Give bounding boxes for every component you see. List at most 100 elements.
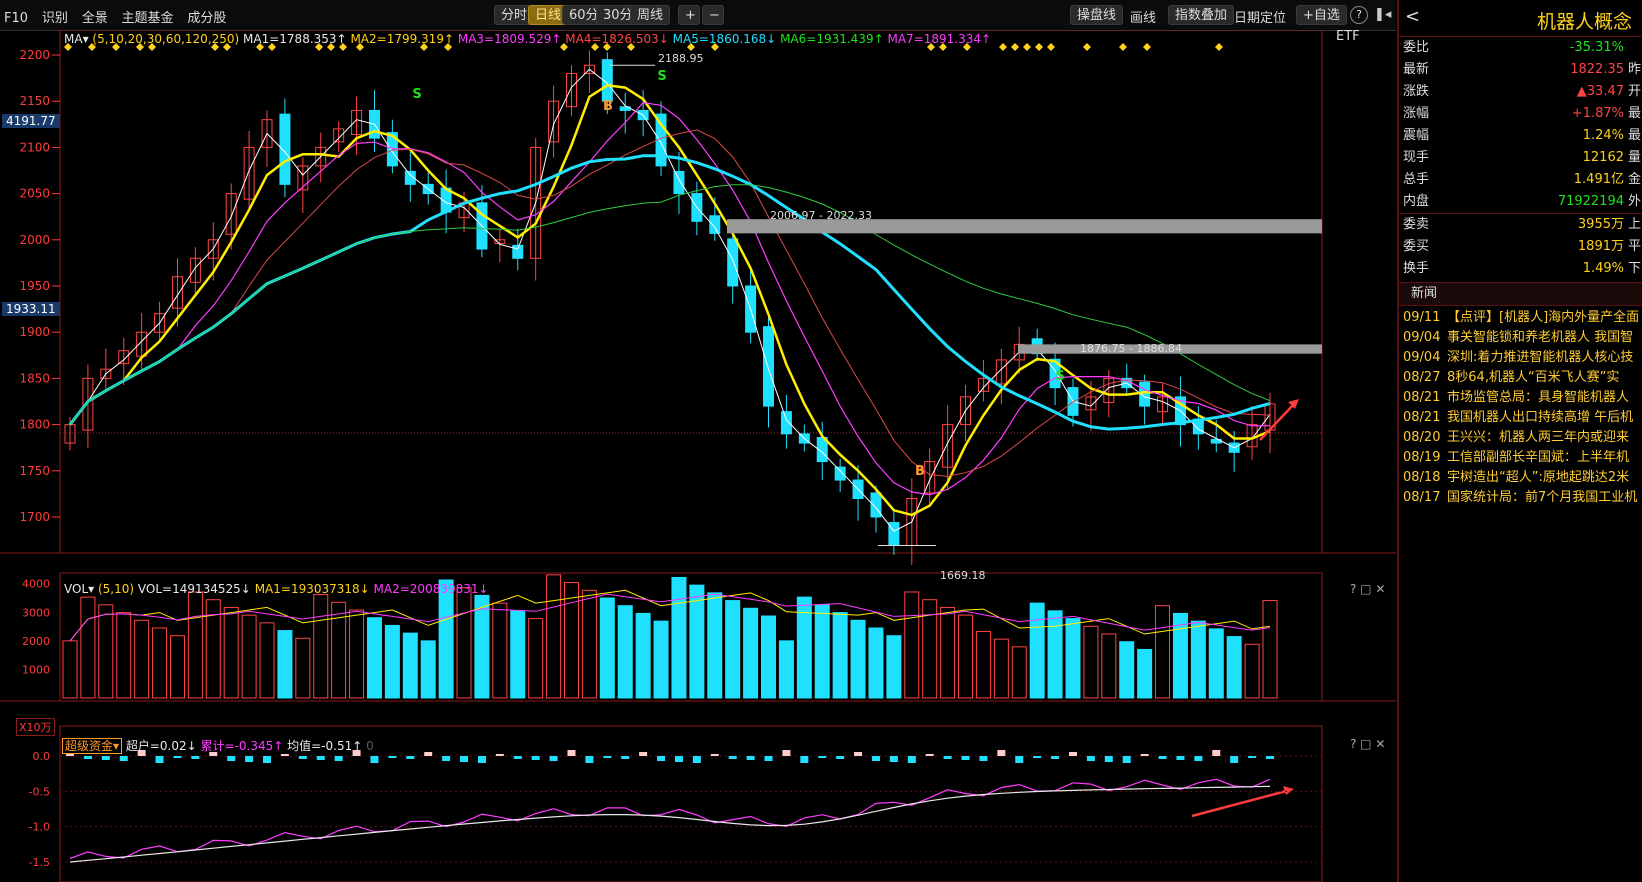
news-title[interactable]: 8秒64,机器人“百米飞人赛”实 bbox=[1447, 370, 1619, 385]
vol-ma2-line bbox=[69, 593, 1271, 642]
ma-selector[interactable]: MA▾ bbox=[64, 32, 89, 46]
news-item[interactable]: 08/20 王兴兴：机器人两三年内或迎来 bbox=[1399, 428, 1642, 448]
side-header: < 机器人概念 bbox=[1399, 0, 1642, 37]
collapse-icon[interactable]: ❚◂ bbox=[1374, 7, 1391, 22]
news-item[interactable]: 09/04 事关智能锁和养老机器人 我国智 bbox=[1399, 328, 1642, 348]
volume-bar bbox=[599, 597, 615, 699]
news-title[interactable]: 事关智能锁和养老机器人 我国智 bbox=[1447, 330, 1633, 345]
draw-line-button[interactable]: 画线 bbox=[1130, 7, 1156, 26]
news-title[interactable]: 宇树造出“超人”:原地起跳达2米 bbox=[1447, 470, 1629, 485]
quote-tail: 最 bbox=[1628, 106, 1642, 121]
fund-bar bbox=[298, 756, 307, 759]
date-locate-button[interactable]: 日期定位 bbox=[1234, 7, 1286, 26]
quote-tail: 量 bbox=[1628, 150, 1642, 165]
high-label: 2188.95 bbox=[658, 52, 704, 65]
zoom-in-button[interactable]: + bbox=[678, 5, 700, 25]
news-date: 08/19 bbox=[1403, 450, 1441, 465]
f10-button[interactable]: F10 bbox=[4, 11, 28, 26]
ma2-line bbox=[69, 84, 1271, 517]
fund-bar bbox=[1068, 752, 1077, 756]
news-title[interactable]: 我国机器人出口持续高增 午后机 bbox=[1447, 410, 1633, 425]
volume-bar bbox=[868, 627, 884, 699]
fund-bar bbox=[925, 754, 934, 756]
volume-bar bbox=[187, 591, 203, 699]
news-title[interactable]: 【点评】[机器人]海内外量产全面 bbox=[1447, 310, 1639, 325]
news-title[interactable]: 国家统计局：前7个月我国工业机 bbox=[1447, 490, 1637, 505]
price-tag-ma: 1933.11 bbox=[2, 302, 60, 316]
fund-super-value: 超户=0.02↓ bbox=[125, 739, 197, 753]
fund-bar bbox=[800, 756, 809, 763]
volume-bar bbox=[546, 574, 562, 699]
signal-mark: S bbox=[1055, 369, 1064, 384]
theme-fund-button[interactable]: 主题基金 bbox=[122, 7, 174, 26]
y-tick-label: 1950 bbox=[19, 279, 50, 293]
ma6-value: MA6=1931.439↑ bbox=[780, 32, 884, 46]
zoom-out-button[interactable]: − bbox=[702, 5, 724, 25]
news-date: 09/04 bbox=[1403, 350, 1441, 365]
fund-selector[interactable]: 超级资金▾ bbox=[62, 738, 123, 754]
news-date: 08/20 bbox=[1403, 430, 1441, 445]
news-item[interactable]: 08/27 8秒64,机器人“百米飞人赛”实 bbox=[1399, 368, 1642, 388]
gap-label-lower: 1876.75 - 1886.84 bbox=[1080, 342, 1182, 355]
volume-bar bbox=[259, 622, 275, 699]
fund-bar bbox=[101, 756, 110, 760]
etf-label[interactable]: ETF bbox=[1336, 29, 1360, 44]
quote-tail: 昨 bbox=[1628, 62, 1642, 77]
help-icon[interactable]: ? bbox=[1350, 6, 1368, 24]
quote-tail: 开 bbox=[1628, 84, 1642, 99]
quote-row: 换手 1.49% 下 bbox=[1399, 258, 1642, 280]
volume-bar bbox=[689, 584, 705, 699]
panorama-button[interactable]: 全景 bbox=[82, 7, 108, 26]
fund-bar bbox=[1248, 756, 1257, 758]
add-favorite-button[interactable]: +自选 bbox=[1296, 5, 1347, 25]
news-item[interactable]: 09/04 深圳:着力推进智能机器人核心技 bbox=[1399, 348, 1642, 368]
main-frame bbox=[59, 30, 1323, 554]
quote-tail: 外 bbox=[1628, 194, 1642, 209]
chart-canvas[interactable]: 2200 2150 2100 2050 2000 1950 1900 1850 1800 1750… bbox=[0, 30, 1396, 882]
ma2-value: MA2=1799.319↑ bbox=[350, 32, 455, 46]
quote-label: 震幅 bbox=[1403, 128, 1430, 143]
news-title[interactable]: 王兴兴：机器人两三年内或迎来 bbox=[1447, 430, 1629, 445]
candle-body bbox=[727, 238, 739, 287]
vol-panel-controls[interactable]: ? □ ✕ bbox=[1350, 582, 1385, 596]
news-item[interactable]: 09/11 【点评】[机器人]海内外量产全面 bbox=[1399, 308, 1642, 328]
y-tick-label: 1900 bbox=[19, 325, 50, 339]
fund-panel-controls[interactable]: ? □ ✕ bbox=[1350, 737, 1385, 751]
news-item[interactable]: 08/21 我国机器人出口持续高增 午后机 bbox=[1399, 408, 1642, 428]
signal-diamond bbox=[1143, 43, 1151, 51]
quote-value: 1822.35 bbox=[1570, 62, 1624, 77]
vol-selector[interactable]: VOL▾ bbox=[64, 582, 94, 596]
back-icon[interactable]: < bbox=[1405, 6, 1420, 27]
news-title[interactable]: 工信部副部长辛国斌：上半年机 bbox=[1447, 450, 1629, 465]
volume-bar bbox=[295, 637, 311, 699]
quote-side-panel: < 机器人概念 委比 -35.31% 最新 1822.35 昨涨跌 ▲33.47 开涨幅 +1… bbox=[1397, 0, 1642, 882]
trend-arrow-head bbox=[1283, 786, 1294, 795]
ma-params: (5,10,20,30,60,120,250) bbox=[92, 32, 240, 46]
fund-legend: 超级资金▾ 超户=0.02↓ 累计=-0.345↑ 均值=-0.51↑ 0 bbox=[62, 737, 374, 754]
volume-bar bbox=[832, 612, 848, 699]
quote-row: 震幅 1.24% 最 bbox=[1399, 125, 1642, 147]
identify-button[interactable]: 识别 bbox=[42, 7, 68, 26]
ma7-value: MA7=1891.334↑ bbox=[887, 32, 992, 46]
volume-bar bbox=[886, 635, 902, 699]
news-header[interactable]: 新闻 bbox=[1399, 282, 1642, 306]
components-button[interactable]: 成分股 bbox=[187, 7, 226, 26]
news-title[interactable]: 市场监管总局：具身智能机器人 bbox=[1447, 390, 1629, 405]
news-item[interactable]: 08/21 市场监管总局：具身智能机器人 bbox=[1399, 388, 1642, 408]
volume-bar bbox=[814, 604, 830, 699]
fund-bar bbox=[495, 754, 504, 756]
fund-bar bbox=[728, 756, 737, 759]
news-item[interactable]: 08/19 工信部副部长辛国斌：上半年机 bbox=[1399, 448, 1642, 468]
fund-bar bbox=[1176, 756, 1185, 760]
volume-bar bbox=[1101, 633, 1117, 699]
news-item[interactable]: 08/17 国家统计局：前7个月我国工业机 bbox=[1399, 488, 1642, 508]
volume-bar bbox=[1208, 628, 1224, 699]
volume-bar bbox=[850, 619, 866, 699]
period-weekly[interactable]: 周线 bbox=[630, 5, 671, 25]
fund-bar bbox=[531, 756, 540, 760]
volume-bar bbox=[116, 612, 132, 699]
news-title[interactable]: 深圳:着力推进智能机器人核心技 bbox=[1447, 350, 1633, 365]
index-overlay-dropdown[interactable]: 指数叠加 bbox=[1168, 5, 1235, 25]
pan-line-dropdown[interactable]: 操盘线 bbox=[1070, 5, 1124, 25]
news-item[interactable]: 08/18 宇树造出“超人”:原地起跳达2米 bbox=[1399, 468, 1642, 488]
